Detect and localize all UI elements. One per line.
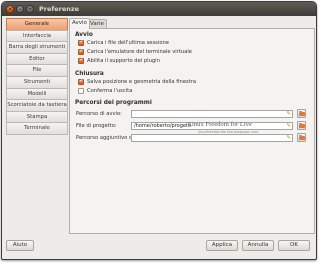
plugin-path-row: Percorso aggiuntivo dei plugin: ✎ — [76, 133, 312, 142]
folder-icon — [298, 134, 305, 140]
browse-project-button[interactable] — [297, 121, 306, 130]
project-path-value: /home/roberto/progetti — [134, 122, 192, 129]
tab-avvio[interactable]: Avvio — [69, 18, 90, 29]
load-terminal-checkbox[interactable]: Carica l'emulatore del terminale virtual… — [78, 48, 193, 55]
checkbox-checked-icon — [78, 57, 84, 64]
checkbox-unchecked-icon — [78, 88, 84, 94]
startup-path-label: Percorso di avvio: — [76, 110, 122, 117]
pencil-icon[interactable]: ✎ — [286, 111, 291, 117]
close-icon[interactable]: × — [6, 5, 14, 13]
load-session-checkbox[interactable]: Carica i file dell'ultima sessione — [78, 39, 169, 46]
title-bar[interactable]: × – + Preferenze — [2, 2, 316, 16]
plugin-path-label: Percorso aggiuntivo dei plugin: — [76, 134, 157, 141]
sidebar-item-toolbar[interactable]: Barra degli strumenti — [6, 41, 68, 54]
plugin-path-input[interactable]: ✎ — [131, 133, 293, 142]
cancel-button[interactable]: Annulla — [242, 240, 274, 251]
preferences-sidebar: Generale Interfaccia Barra degli strumen… — [6, 18, 68, 162]
save-geometry-checkbox[interactable]: Salva posizione e geometria della finest… — [78, 78, 197, 85]
pencil-icon[interactable]: ✎ — [286, 123, 291, 129]
help-button[interactable]: Aiuto — [6, 240, 34, 251]
checkbox-label: Abilita il supporto dei plugin — [87, 58, 160, 64]
minimize-icon[interactable]: – — [16, 5, 24, 13]
checkbox-label: Conferma l'uscita — [87, 88, 133, 94]
avvio-heading: Avvio — [75, 32, 93, 38]
confirm-exit-checkbox[interactable]: Conferma l'uscita — [78, 88, 132, 94]
chiusura-heading: Chiusura — [75, 71, 104, 77]
folder-icon — [298, 122, 305, 128]
tab-panel: Avvio Carica i file dell'ultima sessione… — [69, 28, 315, 234]
maximize-icon[interactable]: + — [26, 5, 34, 13]
startup-path-row: Percorso di avvio: ✎ — [76, 109, 312, 118]
checkbox-label: Salva posizione e geometria della finest… — [87, 79, 197, 85]
paths-heading: Percorsi dei programmi — [75, 100, 152, 106]
preferences-window: × – + Preferenze Generale Interfaccia Ba… — [1, 1, 317, 260]
checkbox-label: Carica i file dell'ultima sessione — [87, 40, 169, 46]
apply-button[interactable]: Applica — [206, 240, 238, 251]
sidebar-item-terminale[interactable]: Terminale — [6, 122, 68, 135]
checkbox-checked-icon — [78, 48, 84, 55]
sidebar-item-shortcuts[interactable]: Scorciatoie da tastiera — [6, 99, 68, 112]
folder-icon — [298, 110, 305, 116]
checkbox-checked-icon — [78, 39, 84, 46]
ok-button[interactable]: OK — [278, 240, 310, 251]
project-path-label: File di progetto: — [76, 122, 117, 129]
watermark-title: Linux Freedom for Live — [188, 121, 252, 128]
browse-startup-button[interactable] — [297, 109, 306, 118]
pencil-icon[interactable]: ✎ — [286, 135, 291, 141]
checkbox-checked-icon — [78, 78, 84, 85]
tab-varie[interactable]: Varie — [87, 19, 107, 28]
checkbox-label: Carica l'emulatore del terminale virtual… — [87, 49, 193, 55]
browse-plugin-button[interactable] — [297, 133, 306, 142]
enable-plugins-checkbox[interactable]: Abilita il supporto dei plugin — [78, 57, 160, 64]
watermark-url: linuxfreedomforlive.blogspot.com — [198, 130, 259, 134]
startup-path-input[interactable]: ✎ — [131, 109, 293, 118]
window-title: Preferenze — [39, 5, 80, 13]
